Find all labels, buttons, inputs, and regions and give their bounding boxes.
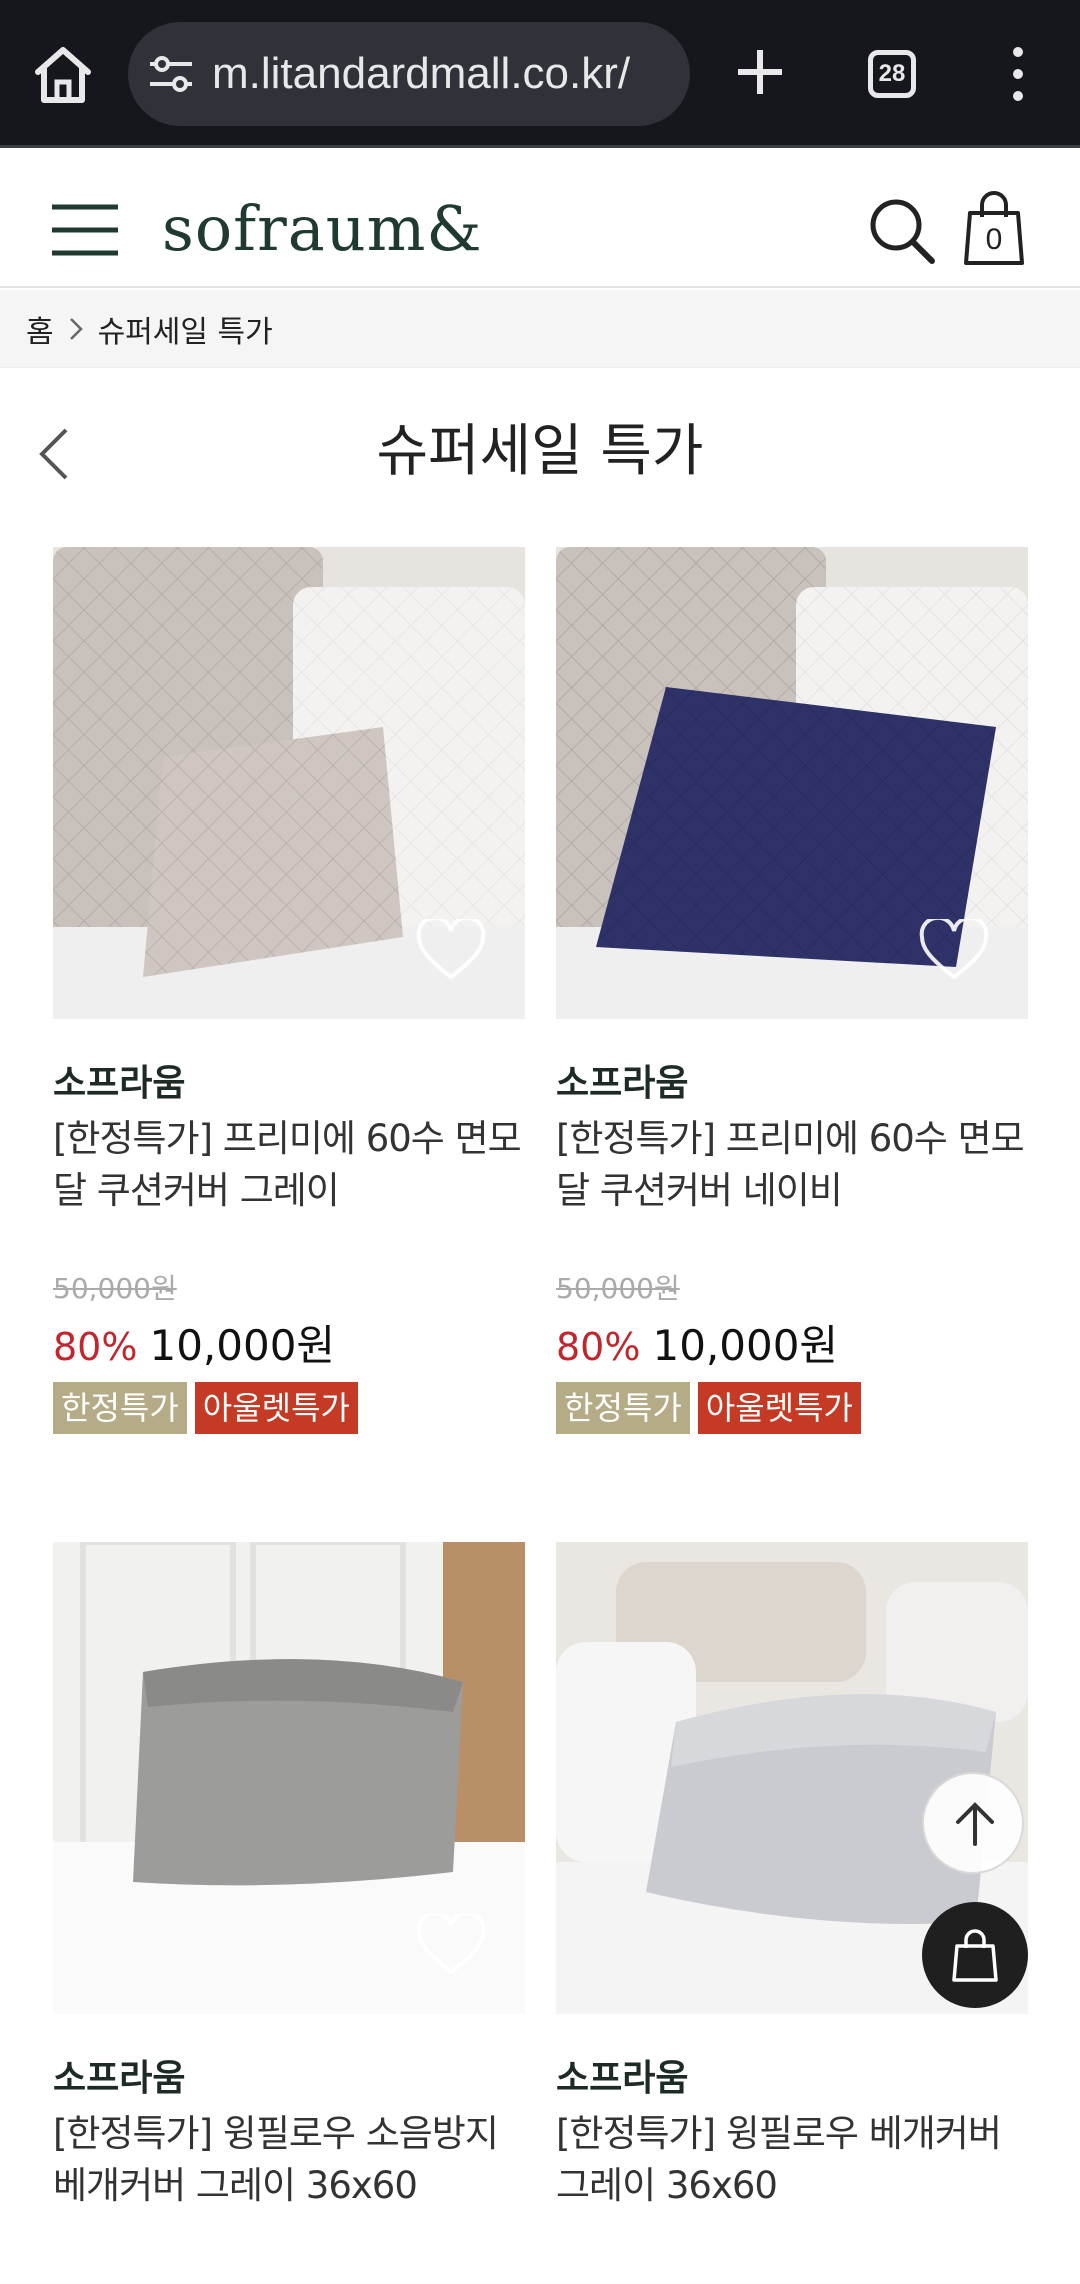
heart-icon[interactable]: [918, 919, 990, 983]
price-row: 80% 10,000원: [556, 1319, 1028, 1374]
scroll-top-button[interactable]: [922, 1772, 1024, 1874]
sale-price: 10,000원: [149, 1321, 336, 1370]
breadcrumb-current[interactable]: 슈퍼세일 특가: [98, 307, 273, 351]
floating-cart-button[interactable]: [922, 1902, 1028, 2008]
more-menu-icon[interactable]: [1000, 44, 1036, 104]
product-name[interactable]: [한정특가] 윙필로우 베개커버 그레이 36x60: [556, 2108, 1028, 2264]
new-tab-icon[interactable]: [730, 42, 790, 102]
product-brand: 소프라움: [53, 1063, 186, 1104]
badge-limited: 한정특가: [556, 1382, 690, 1434]
site-header: sofraum& 0: [0, 151, 1080, 288]
address-bar[interactable]: m.litandardmall.co.kr/: [128, 22, 690, 126]
chevron-right-icon: [69, 317, 83, 340]
product-image[interactable]: [53, 547, 525, 1019]
page-title: 슈퍼세일 특가: [376, 419, 704, 484]
product-name[interactable]: [한정특가] 프리미에 60수 면모달 쿠션커버 네이비: [556, 1113, 1028, 1269]
site-logo[interactable]: sofraum&: [162, 189, 483, 269]
badge-outlet: 아울렛특가: [194, 1382, 358, 1434]
badge-list: 한정특가 아울렛특가: [556, 1382, 1028, 1434]
product-brand: 소프라움: [556, 2058, 689, 2099]
discount-rate: 80%: [556, 1325, 641, 1369]
product-brand: 소프라움: [53, 2058, 186, 2099]
product-brand: 소프라움: [556, 1063, 689, 1104]
browser-toolbar: m.litandardmall.co.kr/ 28: [0, 0, 1080, 148]
cart-count: 0: [985, 223, 1003, 256]
product-name[interactable]: [한정특가] 프리미에 60수 면모달 쿠션커버 그레이: [53, 1113, 525, 1269]
breadcrumb: 홈 슈퍼세일 특가: [0, 290, 1080, 368]
product-name[interactable]: [한정특가] 윙필로우 소음방지 베개커버 그레이 36x60: [53, 2108, 525, 2264]
badge-outlet: 아울렛특가: [697, 1382, 861, 1434]
product-card[interactable]: 소프라움 [한정특가] 프리미에 60수 면모달 쿠션커버 그레이 50,000…: [53, 547, 525, 1434]
heart-icon[interactable]: [415, 919, 487, 983]
arrow-up-icon: [956, 1802, 994, 1846]
product-card[interactable]: 소프라움 [한정특가] 프리미에 60수 면모달 쿠션커버 네이비 50,000…: [556, 547, 1028, 1434]
url-text[interactable]: m.litandardmall.co.kr/: [212, 46, 682, 102]
original-price: 50,000원: [556, 1272, 680, 1305]
site-settings-icon[interactable]: [148, 54, 194, 94]
home-icon[interactable]: [30, 42, 96, 108]
cart-icon: [952, 1929, 998, 1982]
breadcrumb-home[interactable]: 홈: [26, 307, 54, 351]
sale-price: 10,000원: [652, 1321, 839, 1370]
price-row: 80% 10,000원: [53, 1319, 525, 1374]
menu-icon[interactable]: [52, 203, 118, 257]
discount-rate: 80%: [53, 1325, 138, 1369]
heart-icon[interactable]: [415, 1914, 487, 1978]
badge-list: 한정특가 아울렛특가: [53, 1382, 525, 1434]
product-image[interactable]: [53, 1542, 525, 2014]
product-image[interactable]: [556, 547, 1028, 1019]
tab-switcher-icon[interactable]: 28: [868, 50, 916, 98]
badge-limited: 한정특가: [53, 1382, 187, 1434]
search-icon[interactable]: [868, 197, 936, 265]
original-price: 50,000원: [53, 1272, 177, 1305]
product-card[interactable]: 소프라움 [한정특가] 윙필로우 소음방지 베개커버 그레이 36x60: [53, 1542, 525, 2264]
